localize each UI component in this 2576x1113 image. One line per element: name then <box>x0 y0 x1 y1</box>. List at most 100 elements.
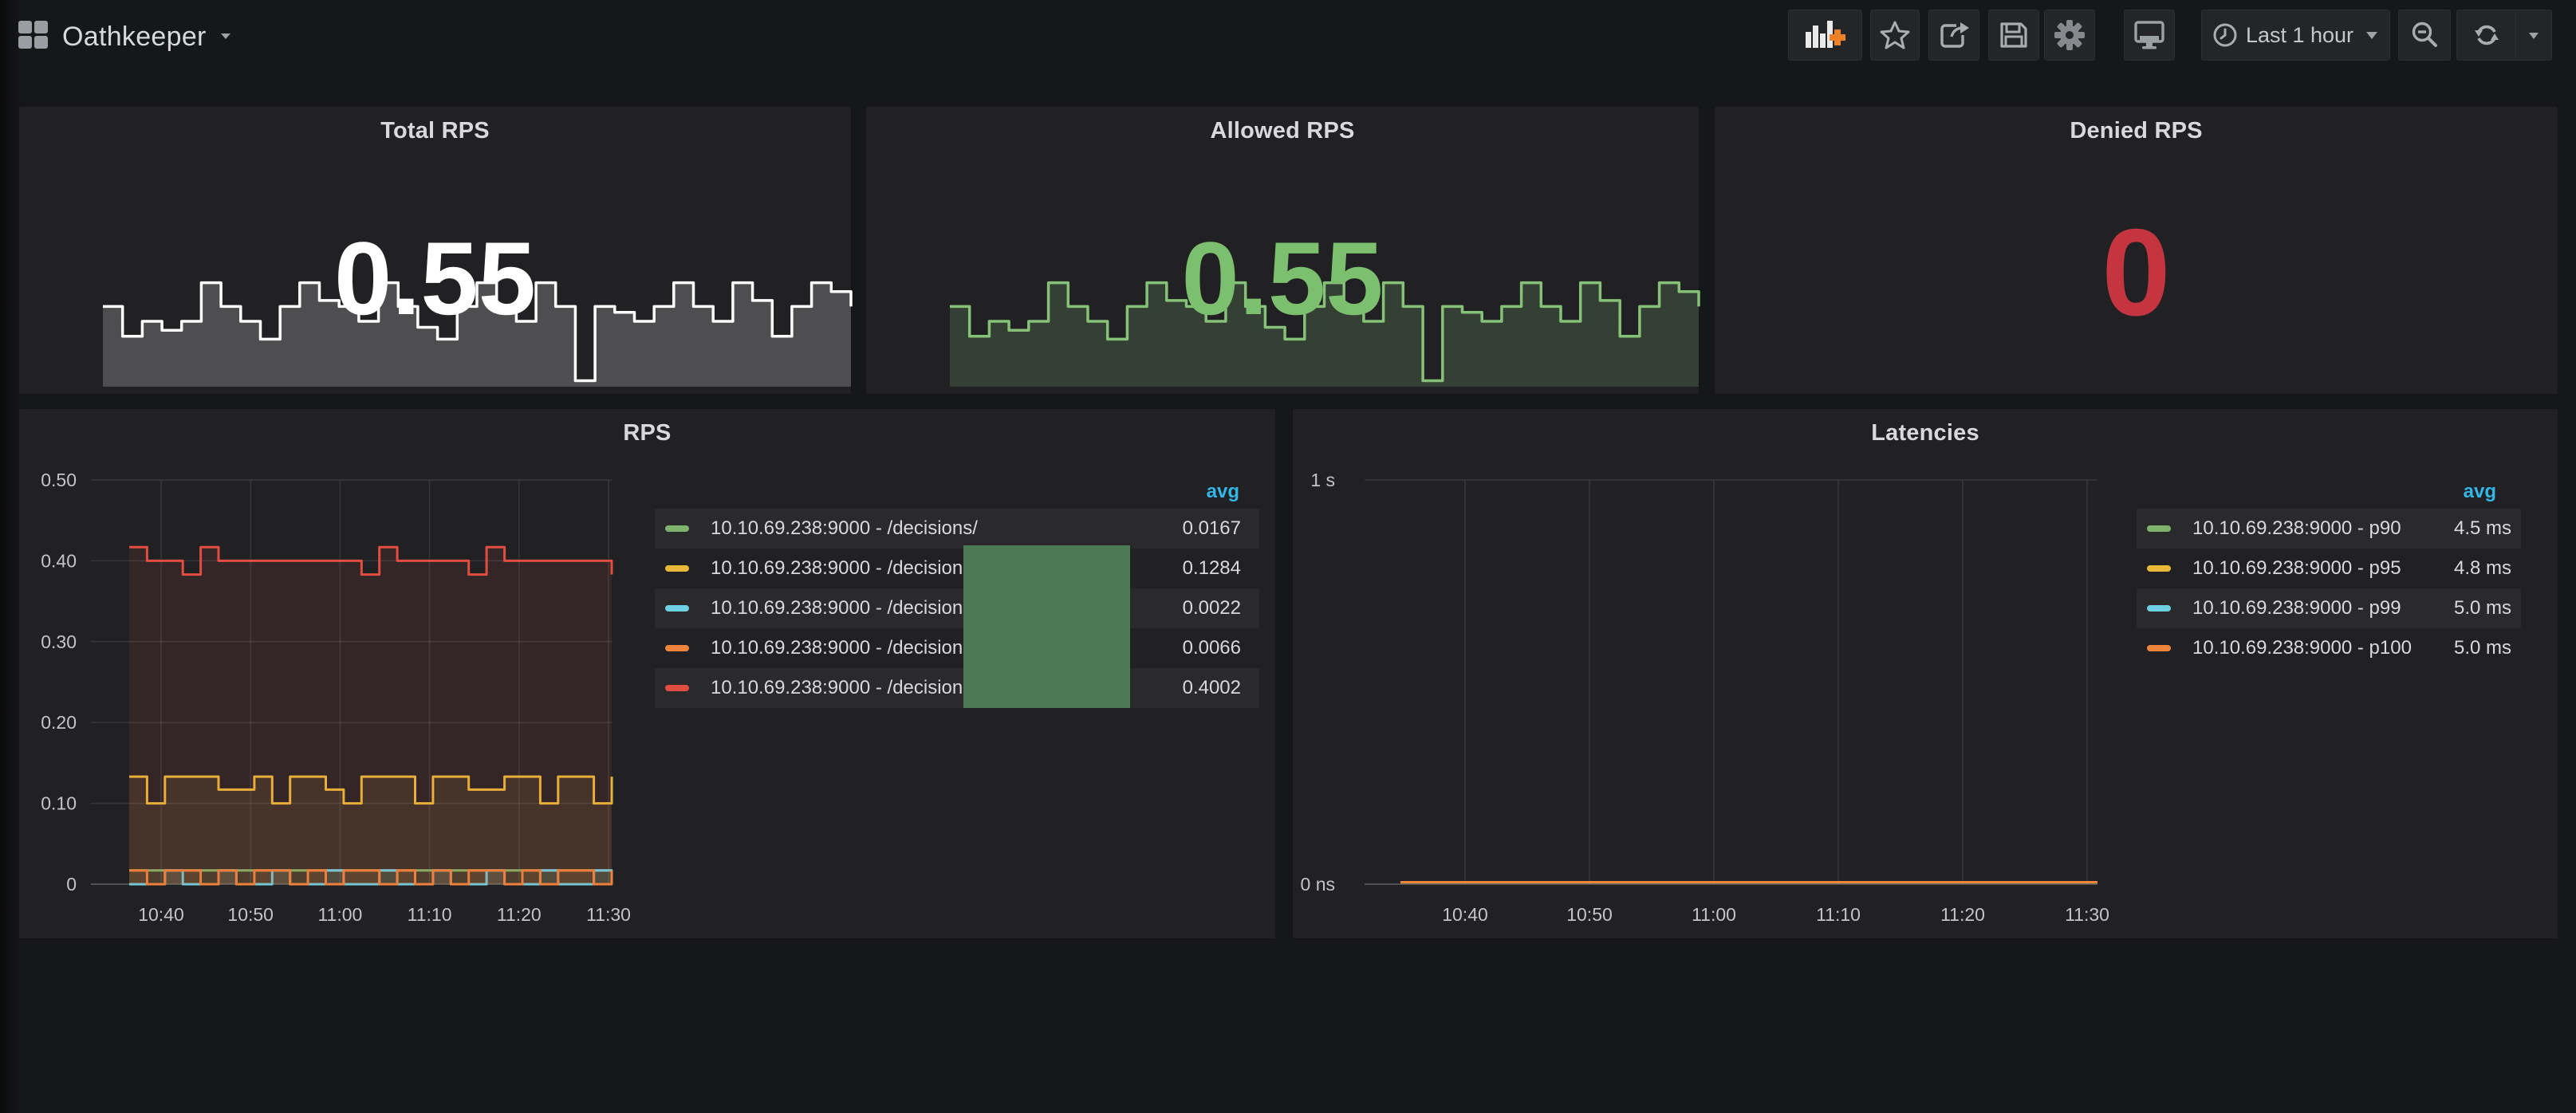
legend-avg-header[interactable]: avg <box>2464 481 2496 503</box>
stat-value-denied: 0 <box>1715 210 2558 334</box>
svg-text:0: 0 <box>66 874 77 895</box>
svg-text:11:20: 11:20 <box>497 904 542 925</box>
svg-text:11:30: 11:30 <box>2065 904 2109 925</box>
svg-text:0.10: 0.10 <box>41 793 77 814</box>
refresh-button-group <box>2456 10 2552 61</box>
svg-text:11:10: 11:10 <box>1816 904 1861 925</box>
svg-text:10:40: 10:40 <box>138 904 184 925</box>
legend-series-avg-value: 4.5 ms <box>2454 517 2511 540</box>
legend-series-label[interactable]: 10.10.69.238:9000 - /decisions/ <box>711 677 978 699</box>
star-button[interactable] <box>1870 10 1920 61</box>
tv-cycle-icon <box>2133 20 2165 50</box>
legend-row: 10.10.69.238:9000 - /decisions/0.0066 <box>655 628 1259 668</box>
legend-series-avg-value: 0.1284 <box>1183 557 1241 580</box>
svg-text:11:00: 11:00 <box>1692 904 1736 925</box>
svg-text:10:50: 10:50 <box>1566 904 1613 925</box>
panel-total-rps: Total RPS 0.55 <box>18 106 852 395</box>
legend-series-label[interactable]: 10.10.69.238:9000 - /decisions/ <box>711 637 978 659</box>
legend-series-swatch-icon[interactable] <box>2147 565 2171 572</box>
navbar: Oathkeeper <box>0 0 2576 73</box>
svg-text:0.40: 0.40 <box>41 550 77 571</box>
refresh-interval-dropdown[interactable] <box>2516 10 2551 60</box>
panel-denied-rps: Denied RPS 0 <box>1714 106 2558 395</box>
legend-series-avg-value: 0.0167 <box>1183 517 1241 540</box>
svg-text:11:20: 11:20 <box>1940 904 1985 925</box>
svg-text:11:00: 11:00 <box>317 904 362 925</box>
legend-series-label[interactable]: 10.10.69.238:9000 - p99 <box>2192 597 2401 619</box>
cycle-view-button[interactable] <box>2124 10 2175 61</box>
legend-series-swatch-icon[interactable] <box>2147 605 2171 612</box>
panel-title[interactable]: Total RPS <box>19 118 851 144</box>
legend-row: 10.10.69.238:9000 - p100 5.0 ms <box>2137 628 2521 668</box>
panel-latencies-graph: Latencies 10:4010:5011:0011:1011:2011:30… <box>1292 408 2558 939</box>
save-icon <box>1999 21 2029 49</box>
legend-series-swatch-icon[interactable] <box>2147 525 2171 532</box>
legend-row: 10.10.69.238:9000 - /decisions/0.0167 <box>655 509 1259 549</box>
svg-text:10:40: 10:40 <box>1442 904 1488 925</box>
legend-series-swatch-icon[interactable] <box>665 605 689 612</box>
legend-row: 10.10.69.238:9000 - p90 4.5 ms <box>2137 509 2521 549</box>
legend-row: 10.10.69.238:9000 - /decisions/0.0022 <box>655 588 1259 628</box>
legend-series-label[interactable]: 10.10.69.238:9000 - /decisions/ <box>711 557 978 580</box>
legend-series-swatch-icon[interactable] <box>665 645 689 651</box>
latencies-chart-plot[interactable]: 10:40 10:50 11:00 11:10 11:20 11:30 0 ns 1 s <box>1293 409 2559 940</box>
legend-row: 10.10.69.238:9000 - p95 4.8 ms <box>2137 549 2521 588</box>
stat-value-total: 0.55 <box>19 226 851 330</box>
svg-text:0.30: 0.30 <box>41 631 77 652</box>
refresh-button[interactable] <box>2457 10 2515 60</box>
panel-title[interactable]: Allowed RPS <box>866 118 1699 144</box>
stat-value-allowed: 0.55 <box>866 226 1699 330</box>
svg-text:10:50: 10:50 <box>227 904 274 925</box>
share-icon <box>1939 21 1969 49</box>
legend-row: 10.10.69.238:9000 - /decisions/0.1284 <box>655 549 1259 588</box>
dashboard-title[interactable]: Oathkeeper <box>62 22 207 53</box>
time-range-picker[interactable]: Last 1 hour <box>2201 10 2390 61</box>
refresh-caret-down-icon <box>2527 31 2540 40</box>
grafana-dashboard: Oathkeeper <box>0 0 2576 1113</box>
svg-text:1 s: 1 s <box>1310 470 1335 490</box>
panel-title[interactable]: Denied RPS <box>1715 118 2558 144</box>
refresh-icon <box>2473 22 2500 49</box>
svg-text:11:10: 11:10 <box>408 904 452 925</box>
svg-text:11:30: 11:30 <box>586 904 631 925</box>
zoom-out-icon <box>2410 21 2439 49</box>
legend-series-avg-value: 5.0 ms <box>2454 597 2511 619</box>
legend-series-swatch-icon[interactable] <box>665 525 689 532</box>
settings-gear-icon <box>2054 19 2086 51</box>
legend-avg-header[interactable]: avg <box>1207 481 1239 503</box>
legend-series-swatch-icon[interactable] <box>2147 645 2171 651</box>
zoom-out-button[interactable] <box>2398 10 2451 61</box>
svg-text:0.20: 0.20 <box>41 712 77 733</box>
legend-row: 10.10.69.238:9000 - /decisions/0.4002 <box>655 668 1259 708</box>
svg-text:0.50: 0.50 <box>41 470 77 490</box>
star-icon <box>1880 21 1910 49</box>
latencies-legend-table: 10.10.69.238:9000 - p904.5 ms10.10.69.23… <box>2137 509 2521 668</box>
share-button[interactable] <box>1928 10 1979 61</box>
green-overlay-rectangle <box>963 545 1130 708</box>
legend-series-avg-value: 0.0066 <box>1183 637 1241 659</box>
panel-allowed-rps: Allowed RPS 0.55 <box>865 106 1700 395</box>
dashboard-dropdown-caret-icon[interactable] <box>219 29 232 44</box>
legend-series-swatch-icon[interactable] <box>665 685 689 691</box>
clock-icon <box>2212 22 2238 48</box>
rps-legend-table: 10.10.69.238:9000 - /decisions/0.016710.… <box>655 509 1259 708</box>
legend-row: 10.10.69.238:9000 - p99 5.0 ms <box>2137 588 2521 628</box>
legend-series-label[interactable]: 10.10.69.238:9000 - p90 <box>2192 517 2401 540</box>
legend-series-label[interactable]: 10.10.69.238:9000 - /decisions/ <box>711 597 978 619</box>
legend-series-label[interactable]: 10.10.69.238:9000 - p100 <box>2192 637 2412 659</box>
dashboard-settings-button[interactable] <box>2044 10 2095 61</box>
add-panel-icon <box>1806 21 1845 49</box>
legend-series-avg-value: 0.0022 <box>1183 597 1241 619</box>
svg-text:0 ns: 0 ns <box>1301 874 1335 895</box>
legend-series-label[interactable]: 10.10.69.238:9000 - p95 <box>2192 557 2401 580</box>
legend-series-avg-value: 5.0 ms <box>2454 637 2511 659</box>
save-button[interactable] <box>1988 10 2039 61</box>
add-panel-button[interactable] <box>1788 10 1862 61</box>
time-range-label: Last 1 hour <box>2246 23 2353 48</box>
legend-series-avg-value: 4.8 ms <box>2454 557 2511 580</box>
legend-series-label[interactable]: 10.10.69.238:9000 - /decisions/ <box>711 517 978 540</box>
dashboard-grid-icon[interactable] <box>18 20 49 54</box>
legend-series-avg-value: 0.4002 <box>1183 677 1241 699</box>
legend-series-swatch-icon[interactable] <box>665 565 689 572</box>
time-caret-down-icon <box>2365 30 2379 40</box>
